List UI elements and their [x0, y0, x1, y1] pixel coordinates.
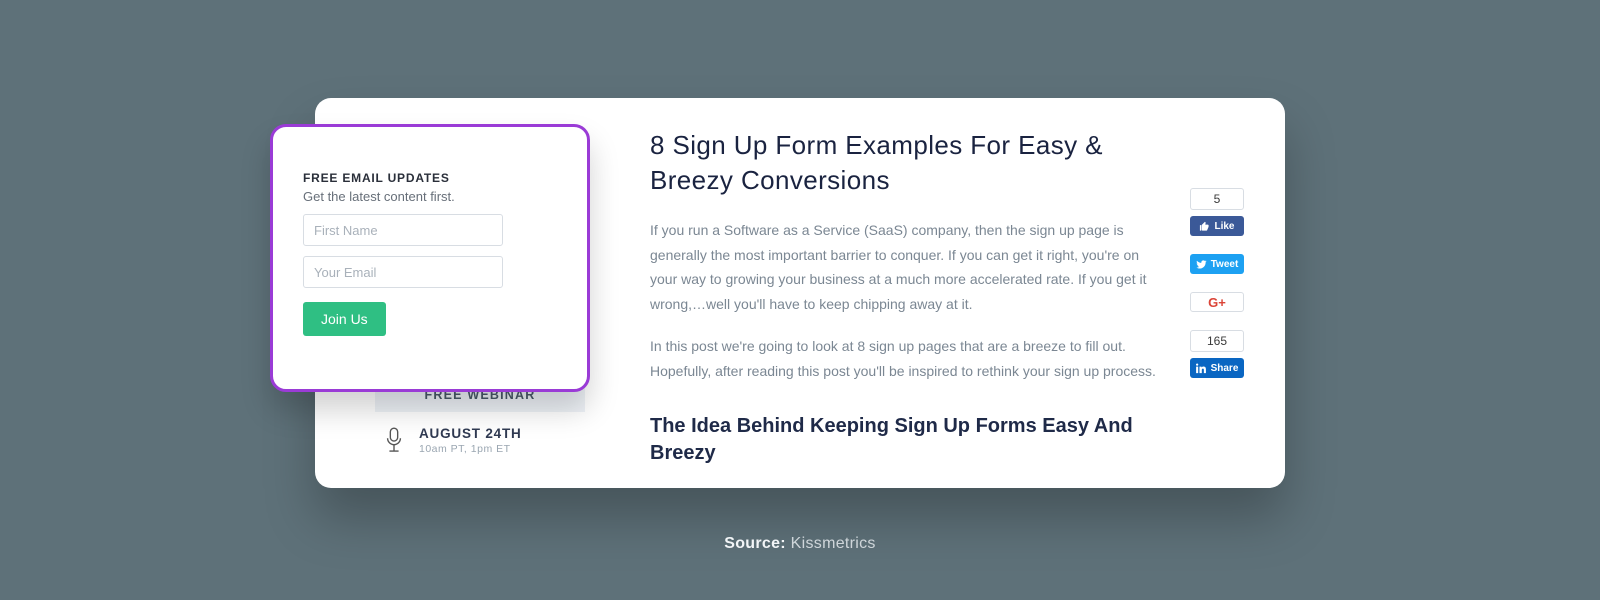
- article-paragraph: If you run a Software as a Service (SaaS…: [650, 218, 1160, 316]
- caption-label: Source:: [724, 535, 786, 552]
- linkedin-share-label: Share: [1211, 363, 1239, 374]
- facebook-like-button[interactable]: Like: [1190, 216, 1244, 236]
- webinar-text: AUGUST 24TH 10am PT, 1pm ET: [419, 426, 522, 455]
- article: 8 Sign Up Form Examples For Easy & Breez…: [650, 128, 1160, 467]
- thumbs-up-icon: [1199, 221, 1210, 232]
- webinar-row[interactable]: AUGUST 24TH 10am PT, 1pm ET: [375, 412, 585, 461]
- article-subheading: The Idea Behind Keeping Sign Up Forms Ea…: [650, 413, 1160, 467]
- article-title: 8 Sign Up Form Examples For Easy & Breez…: [650, 128, 1160, 198]
- twitter-icon: [1196, 259, 1207, 270]
- join-us-button[interactable]: Join Us: [303, 302, 386, 336]
- google-plus-button[interactable]: G+: [1190, 292, 1244, 312]
- image-caption: Source: Kissmetrics: [0, 535, 1600, 553]
- twitter-tweet-button[interactable]: Tweet: [1190, 254, 1244, 274]
- webinar-date: AUGUST 24TH: [419, 426, 522, 441]
- webinar-time: 10am PT, 1pm ET: [419, 443, 522, 455]
- microphone-icon: [383, 427, 405, 455]
- email-field[interactable]: [303, 256, 503, 288]
- facebook-count: 5: [1190, 188, 1244, 210]
- first-name-field[interactable]: [303, 214, 503, 246]
- facebook-like-label: Like: [1214, 221, 1234, 232]
- google-plus-label: G+: [1208, 295, 1226, 310]
- linkedin-share-button[interactable]: Share: [1190, 358, 1244, 378]
- social-rail: 5 Like Tweet G+ 165 Share: [1187, 188, 1247, 378]
- signup-subtitle: Get the latest content first.: [303, 189, 557, 204]
- signup-form-callout: FREE EMAIL UPDATES Get the latest conten…: [270, 124, 590, 392]
- linkedin-icon: [1196, 363, 1207, 374]
- linkedin-count: 165: [1190, 330, 1244, 352]
- caption-value: Kissmetrics: [791, 535, 876, 552]
- signup-title: FREE EMAIL UPDATES: [303, 171, 557, 185]
- twitter-tweet-label: Tweet: [1211, 259, 1239, 270]
- article-paragraph: In this post we're going to look at 8 si…: [650, 334, 1160, 383]
